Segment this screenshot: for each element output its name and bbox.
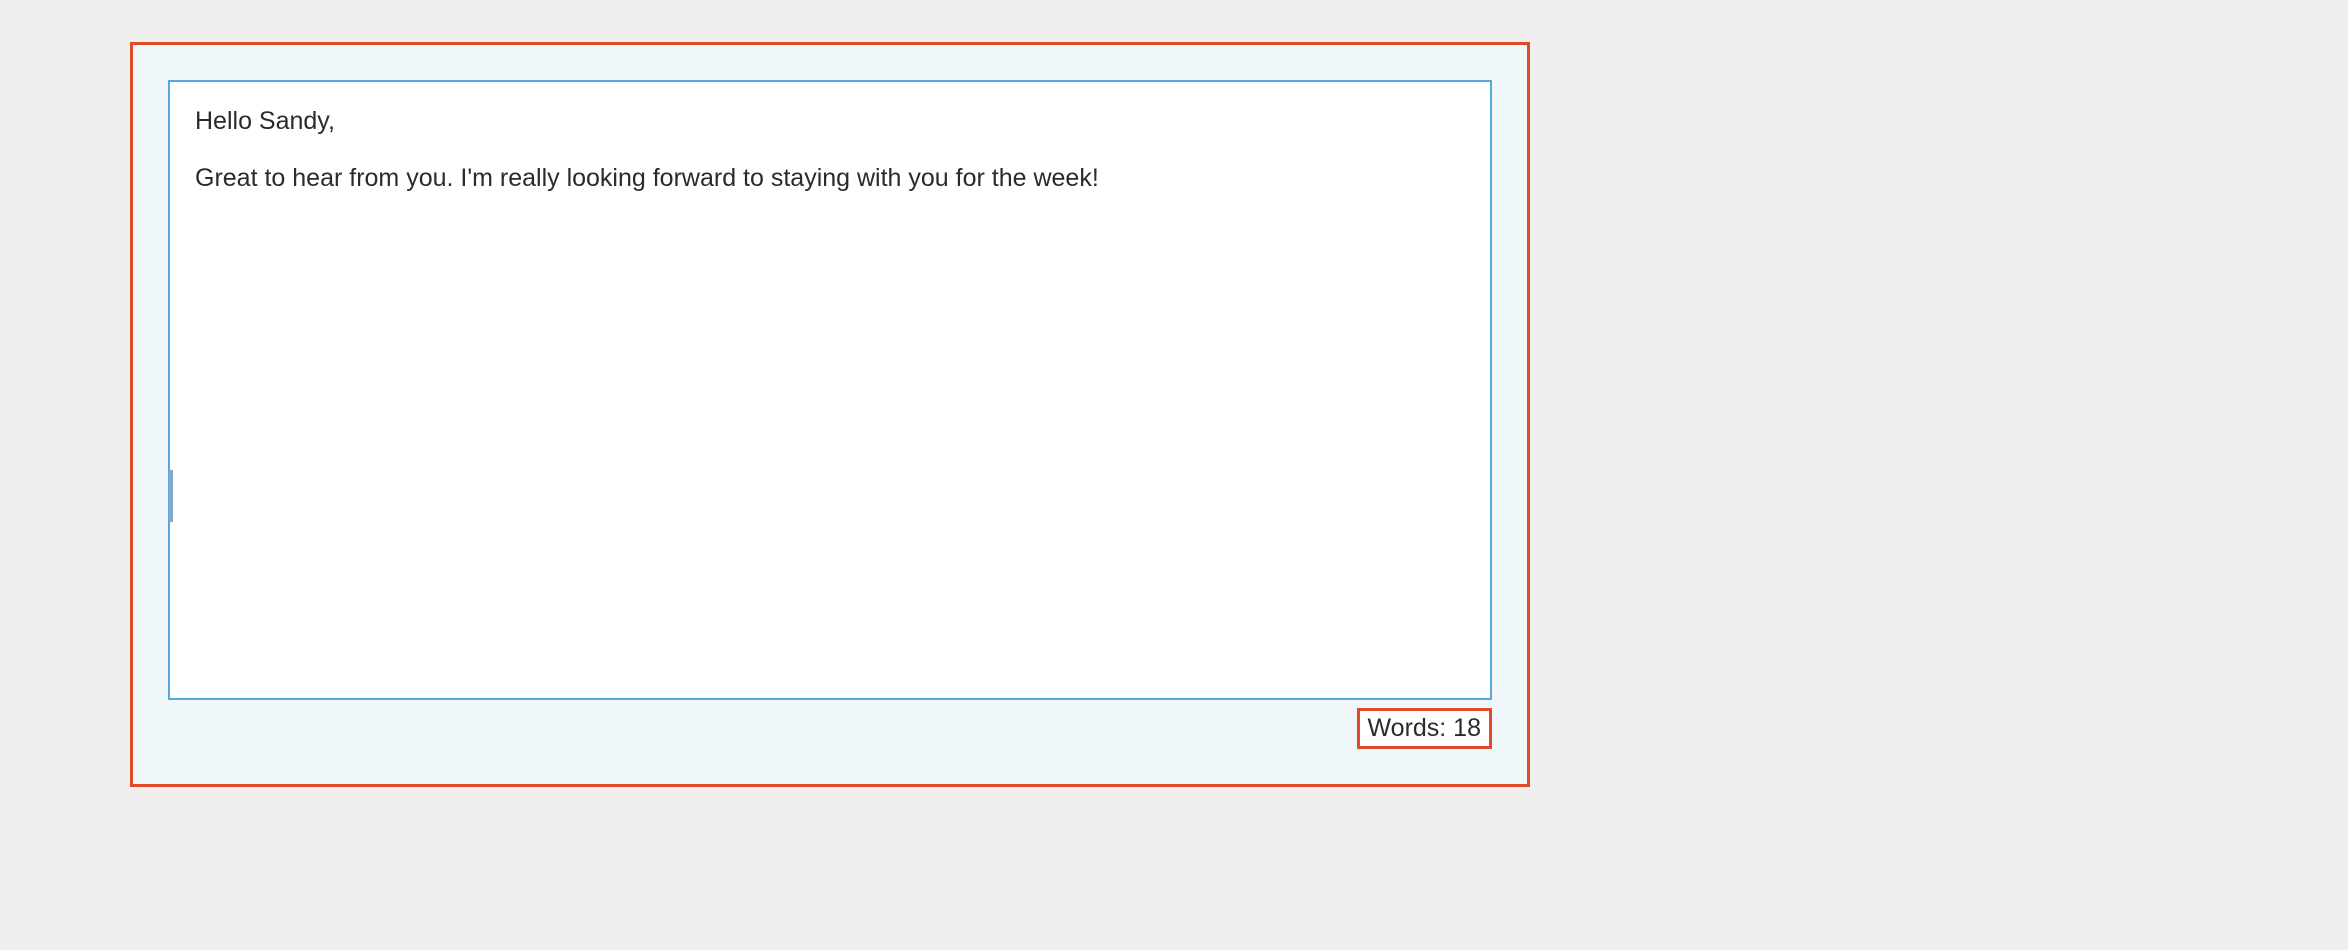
word-count: Words: 18: [1357, 708, 1492, 749]
text-editor[interactable]: Hello Sandy, Great to hear from you. I'm…: [168, 80, 1492, 700]
caret-indicator: [169, 470, 173, 522]
editor-paragraph: Great to hear from you. I'm really looki…: [195, 159, 1465, 198]
editor-panel: Hello Sandy, Great to hear from you. I'm…: [130, 42, 1530, 787]
editor-paragraph: Hello Sandy,: [195, 102, 1465, 141]
word-count-row: Words: 18: [168, 708, 1492, 749]
